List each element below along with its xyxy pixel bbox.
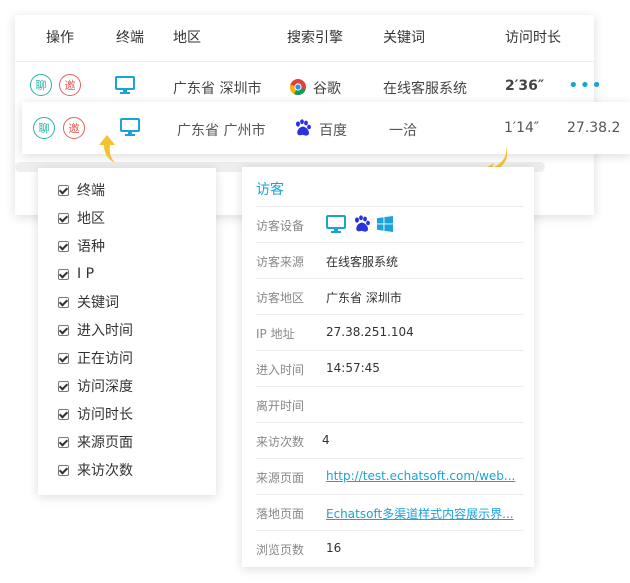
- checkbox[interactable]: [58, 212, 69, 224]
- checkbox[interactable]: [58, 184, 69, 196]
- column-option[interactable]: 语种: [58, 236, 105, 256]
- baidu-icon: [353, 215, 371, 237]
- detail-row-ip: IP 地址 27.38.251.104: [256, 314, 524, 351]
- column-option[interactable]: 进入时间: [58, 320, 133, 340]
- landing-page-link[interactable]: Echatsoft多渠道样式内容展示界...: [326, 505, 514, 522]
- baidu-icon: [294, 119, 312, 141]
- checkbox[interactable]: [58, 380, 69, 392]
- detail-row-leave-time: 离开时间: [256, 386, 524, 423]
- column-option[interactable]: 来源页面: [58, 432, 133, 452]
- monitor-icon: [120, 118, 140, 141]
- column-option[interactable]: I P: [58, 264, 94, 284]
- header-search-engine: 搜索引擎: [287, 30, 343, 46]
- region-cell: 广东省 广州市: [177, 123, 266, 139]
- keyword-cell: 在线客服系统: [383, 81, 467, 97]
- column-option[interactable]: 关键词: [58, 292, 119, 312]
- checkbox[interactable]: [58, 352, 69, 364]
- more-button[interactable]: •••: [568, 75, 603, 96]
- monitor-icon: [115, 76, 135, 99]
- visitor-detail-panel: 访客 访客设备 访客来源 在线客服系统 访客地区 广东省 深圳市 IP 地址 2…: [242, 167, 534, 567]
- header-actions: 操作: [46, 30, 74, 46]
- engine-cell: 百度: [319, 123, 347, 139]
- chat-button[interactable]: 聊: [33, 117, 55, 139]
- column-option[interactable]: 终端: [58, 180, 105, 200]
- engine-cell: 谷歌: [313, 81, 341, 97]
- column-option[interactable]: 访问深度: [58, 376, 133, 396]
- checkbox[interactable]: [58, 296, 69, 308]
- detail-row-landing-page: 落地页面 Echatsoft多渠道样式内容展示界...: [256, 494, 524, 531]
- header-keyword: 关键词: [383, 30, 425, 46]
- windows-icon: [377, 216, 393, 236]
- chat-button[interactable]: 聊: [30, 74, 52, 96]
- detail-row-device: 访客设备: [256, 206, 524, 243]
- arrow-up-icon: [99, 135, 115, 163]
- header-region: 地区: [173, 30, 201, 46]
- column-settings-panel: 终端 地区 语种 I P 关键词 进入时间 正在访问 访问深度 访问时长 来源页…: [38, 168, 216, 495]
- region-cell: 广东省 深圳市: [173, 81, 262, 97]
- detail-row-enter-time: 进入时间 14:57:45: [256, 350, 524, 387]
- invite-button[interactable]: 邀: [63, 117, 85, 139]
- header-terminal: 终端: [116, 30, 144, 46]
- invite-button[interactable]: 邀: [59, 74, 81, 96]
- checkbox[interactable]: [58, 268, 69, 280]
- column-option[interactable]: 正在访问: [58, 348, 133, 368]
- column-option[interactable]: 来访次数: [58, 460, 133, 480]
- ip-cell: 27.38.2: [567, 120, 621, 136]
- detail-row-page-views: 浏览页数 16: [256, 530, 524, 567]
- detail-row-region: 访客地区 广东省 深圳市: [256, 278, 524, 315]
- duration-cell: 2′36″: [505, 78, 545, 94]
- detail-title: 访客: [256, 182, 284, 198]
- checkbox[interactable]: [58, 240, 69, 252]
- checkbox[interactable]: [58, 324, 69, 336]
- header-duration: 访问时长: [505, 30, 561, 46]
- detail-row-source-page: 来源页面 http://test.echatsoft.com/web...: [256, 458, 524, 495]
- column-option[interactable]: 地区: [58, 208, 105, 228]
- detail-row-source: 访客来源 在线客服系统: [256, 242, 524, 279]
- column-option[interactable]: 访问时长: [58, 404, 133, 424]
- keyword-cell: 一洽: [389, 123, 417, 139]
- checkbox[interactable]: [58, 464, 69, 476]
- source-page-link[interactable]: http://test.echatsoft.com/web...: [326, 469, 515, 483]
- detail-row-visit-count: 来访次数 4: [256, 422, 524, 459]
- checkbox[interactable]: [58, 436, 69, 448]
- chrome-icon: [289, 79, 306, 99]
- checkbox[interactable]: [58, 408, 69, 420]
- duration-cell: 1′14″: [504, 120, 540, 136]
- monitor-icon: [326, 215, 346, 238]
